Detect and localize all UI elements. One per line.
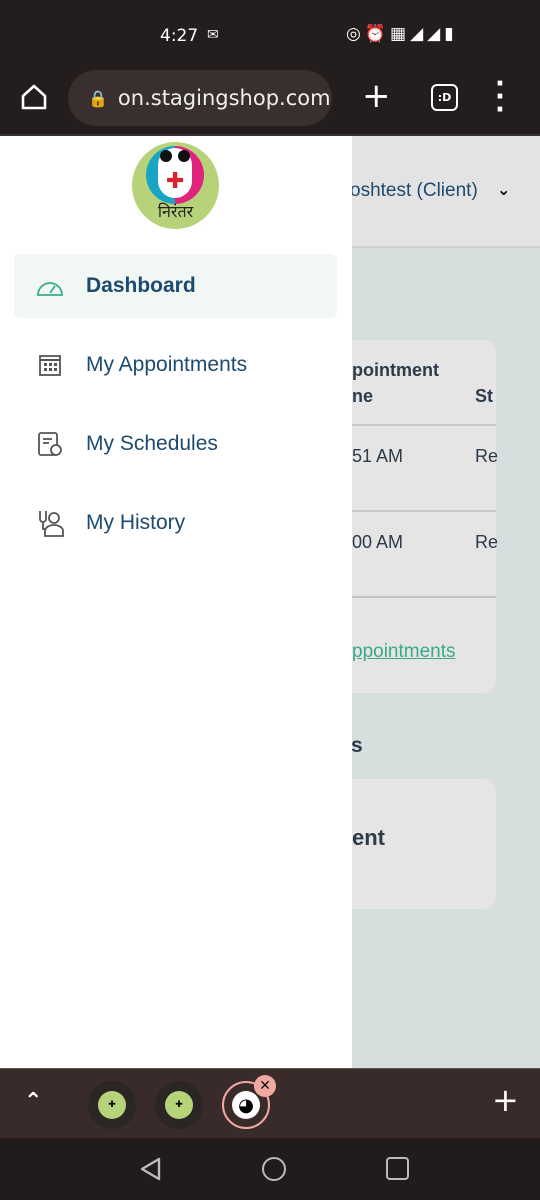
nirantar-favicon: ✚ bbox=[165, 1091, 193, 1119]
url-text: on.stagingshop.com bbox=[117, 86, 331, 110]
schedule-icon bbox=[14, 431, 86, 457]
home-nav-icon[interactable] bbox=[262, 1157, 286, 1181]
new-tab-icon[interactable]: + bbox=[492, 1081, 519, 1119]
view-all-appointments-link[interactable]: ppointments bbox=[352, 641, 456, 663]
tab-strip: ⌃ ✚ ✚ ◕ ✕ + bbox=[0, 1068, 540, 1138]
close-tab-icon[interactable]: ✕ bbox=[254, 1075, 276, 1097]
navigation-drawer: ✚ निरंतर Dashboard My Appointments My Sc… bbox=[0, 136, 352, 1068]
table-header: pointment bbox=[352, 360, 439, 380]
lock-icon: 🔒 bbox=[88, 88, 108, 108]
sidebar-item-label: My History bbox=[86, 511, 186, 534]
new-tab-icon[interactable]: + bbox=[362, 76, 391, 116]
table-header: ne bbox=[352, 386, 374, 406]
sidebar-item-my-schedules[interactable]: My Schedules bbox=[14, 412, 337, 476]
tab-switcher-button[interactable]: :D bbox=[431, 84, 458, 111]
sidebar-item-label: My Schedules bbox=[86, 432, 218, 455]
nirantar-favicon: ✚ bbox=[98, 1091, 126, 1119]
table-cell: 00 AM bbox=[352, 532, 404, 552]
chevron-up-icon[interactable]: ⌃ bbox=[24, 1089, 42, 1114]
chevron-down-icon[interactable]: ⌄ bbox=[497, 180, 510, 199]
calendar-icon bbox=[14, 353, 86, 377]
user-menu[interactable]: oshtest (Client) bbox=[350, 180, 478, 202]
clock: 4:27 bbox=[160, 26, 199, 46]
sidebar-item-label: My Appointments bbox=[86, 353, 248, 376]
card-title: ent bbox=[352, 825, 385, 850]
table-cell: Re bbox=[475, 532, 499, 552]
nirantar-logo: ✚ निरंतर bbox=[132, 142, 219, 229]
browser-toolbar: 🔒 on.stagingshop.com + :D · · · bbox=[0, 64, 540, 136]
history-icon bbox=[14, 509, 86, 537]
recents-icon[interactable] bbox=[386, 1157, 409, 1180]
sidebar-item-dashboard[interactable]: Dashboard bbox=[14, 254, 337, 318]
sidebar-item-my-history[interactable]: My History bbox=[14, 491, 337, 555]
sidebar-item-label: Dashboard bbox=[86, 274, 196, 297]
section-heading: s bbox=[351, 734, 363, 757]
table-header: St bbox=[475, 386, 493, 406]
home-icon[interactable] bbox=[20, 83, 48, 111]
status-bar: 4:27 ✉ ◎⏰▦◢◢▮ bbox=[0, 0, 540, 64]
table-cell: 51 AM bbox=[352, 446, 404, 466]
outlook-icon: ✉ bbox=[207, 27, 219, 43]
tab-nirantar-2[interactable]: ✚ bbox=[155, 1081, 203, 1129]
menu-icon[interactable]: · · · bbox=[490, 71, 510, 123]
system-status-icons: ◎⏰▦◢◢▮ bbox=[346, 24, 458, 44]
back-icon[interactable] bbox=[138, 1156, 164, 1182]
speedometer-icon bbox=[14, 275, 86, 297]
globe-icon: ◕ bbox=[232, 1091, 260, 1119]
tab-nirantar-1[interactable]: ✚ bbox=[88, 1081, 136, 1129]
table-cell: Re bbox=[475, 446, 499, 466]
sidebar-item-my-appointments[interactable]: My Appointments bbox=[14, 333, 337, 397]
url-bar[interactable]: 🔒 on.stagingshop.com bbox=[68, 70, 332, 126]
system-nav-bar bbox=[0, 1138, 540, 1200]
